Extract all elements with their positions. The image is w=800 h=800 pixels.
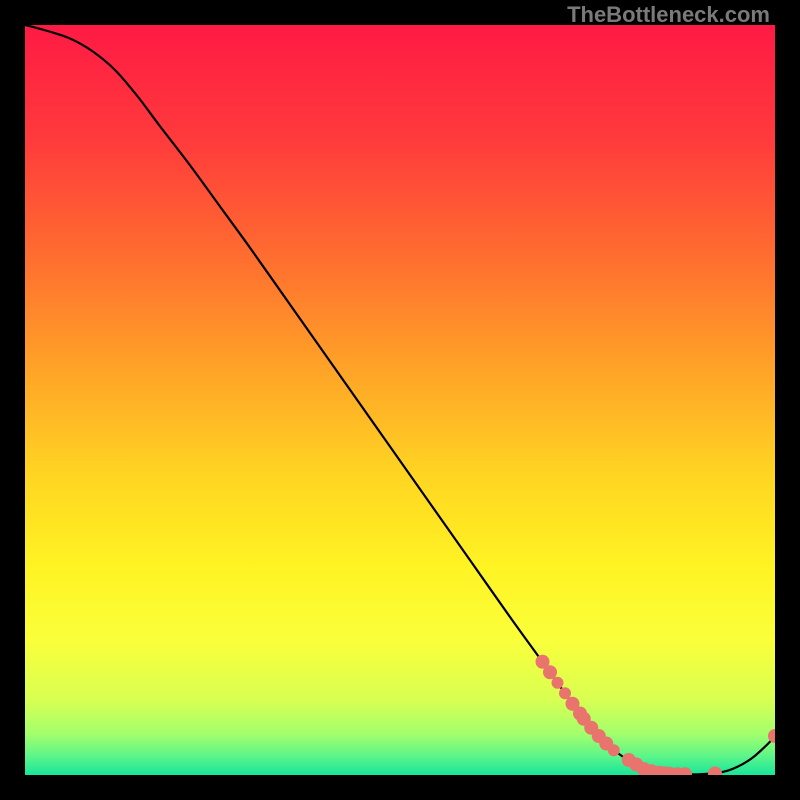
curve-layer <box>25 25 775 775</box>
marker-point <box>708 767 722 776</box>
marker-point <box>543 665 557 679</box>
highlight-markers <box>536 655 776 775</box>
chart-stage: TheBottleneck.com <box>0 0 800 800</box>
marker-point <box>559 687 571 699</box>
watermark-text: TheBottleneck.com <box>567 2 770 28</box>
plot-area <box>25 25 775 775</box>
bottleneck-curve <box>25 25 775 774</box>
marker-point <box>552 677 564 689</box>
marker-point <box>768 729 775 743</box>
marker-point <box>608 744 620 756</box>
